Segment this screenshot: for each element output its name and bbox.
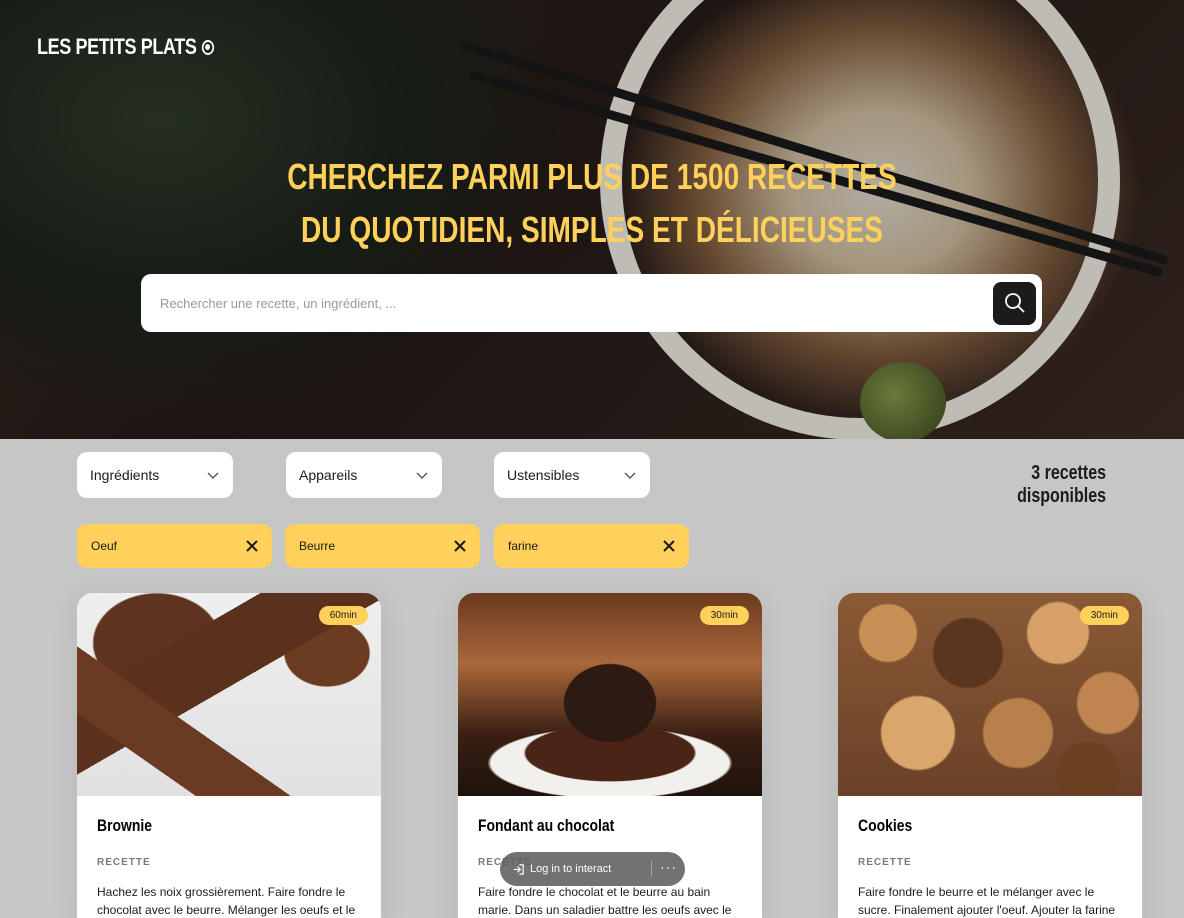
time-badge: 30min [699, 606, 749, 625]
search-icon [1004, 293, 1025, 313]
tag-label: Beurre [299, 539, 336, 553]
search-input[interactable] [141, 274, 993, 332]
recipe-title: Brownie [97, 816, 152, 835]
site-logo[interactable]: LES PETITS PLATS [37, 34, 214, 60]
recipe-description: Faire fondre le chocolat et le beurre au… [478, 885, 732, 917]
recipe-description: Hachez les noix grossièrement. Faire fon… [97, 885, 356, 917]
search-bar [141, 274, 1042, 332]
filter-tag: farine [494, 524, 689, 568]
chevron-down-icon [207, 472, 219, 479]
filter-tag: Oeuf [77, 524, 272, 568]
logo-circle-icon [201, 39, 214, 55]
recipe-title: Cookies [858, 816, 913, 835]
login-icon [513, 863, 524, 875]
logo-text: LES PETITS PLATS [37, 34, 197, 59]
time-badge: 60min [318, 606, 368, 625]
recipe-card[interactable]: 60min Brownie RECETTE Hachez les noix gr… [77, 593, 381, 918]
headline-line-1: CHERCHEZ PARMI PLUS DE 1500 RECETTES [287, 156, 897, 197]
headline-line-2: DU QUOTIDIEN, SIMPLES ET DÉLICIEUSES [301, 209, 883, 250]
search-button[interactable] [993, 281, 1036, 325]
login-label: Log in to interact [530, 863, 612, 875]
dropdown-label: Ustensibles [507, 467, 580, 483]
dropdown-ingredients[interactable]: Ingrédients [77, 452, 233, 498]
recipe-image: 30min [838, 593, 1142, 796]
tag-label: farine [508, 539, 539, 553]
dropdown-ustensiles[interactable]: Ustensibles [494, 452, 650, 498]
close-icon[interactable] [663, 540, 675, 552]
chevron-down-icon [624, 472, 636, 479]
login-button[interactable]: Log in to interact [512, 863, 611, 876]
recipe-section-label: RECETTE [858, 857, 912, 868]
more-options-icon[interactable]: ··· [660, 859, 677, 875]
dropdown-appareils[interactable]: Appareils [286, 452, 442, 498]
chevron-down-icon [416, 472, 428, 479]
tag-label: Oeuf [91, 539, 118, 553]
recipe-title: Fondant au chocolat [478, 816, 615, 835]
divider [651, 861, 652, 877]
dropdown-label: Ingrédients [90, 467, 160, 483]
hero-headline: CHERCHEZ PARMI PLUS DE 1500 RECETTES DU … [0, 150, 1184, 256]
dropdown-label: Appareils [299, 467, 358, 483]
filter-tag: Beurre [285, 524, 480, 568]
hero-banner: LES PETITS PLATS CHERCHEZ PARMI PLUS DE … [0, 0, 1184, 439]
recipe-count: 3 recettes disponibles [1017, 462, 1106, 507]
lime-image [860, 362, 946, 439]
recipe-description: Faire fondre le beurre et le mélanger av… [858, 885, 1116, 917]
recipe-section-label: RECETTE [97, 857, 151, 868]
recipe-image: 60min [77, 593, 381, 796]
recipe-card[interactable]: 30min Cookies RECETTE Faire fondre le be… [838, 593, 1142, 918]
close-icon[interactable] [454, 540, 466, 552]
recipe-image: 30min [458, 593, 762, 796]
login-overlay: Log in to interact ··· [500, 852, 685, 886]
time-badge: 30min [1079, 606, 1129, 625]
close-icon[interactable] [246, 540, 258, 552]
